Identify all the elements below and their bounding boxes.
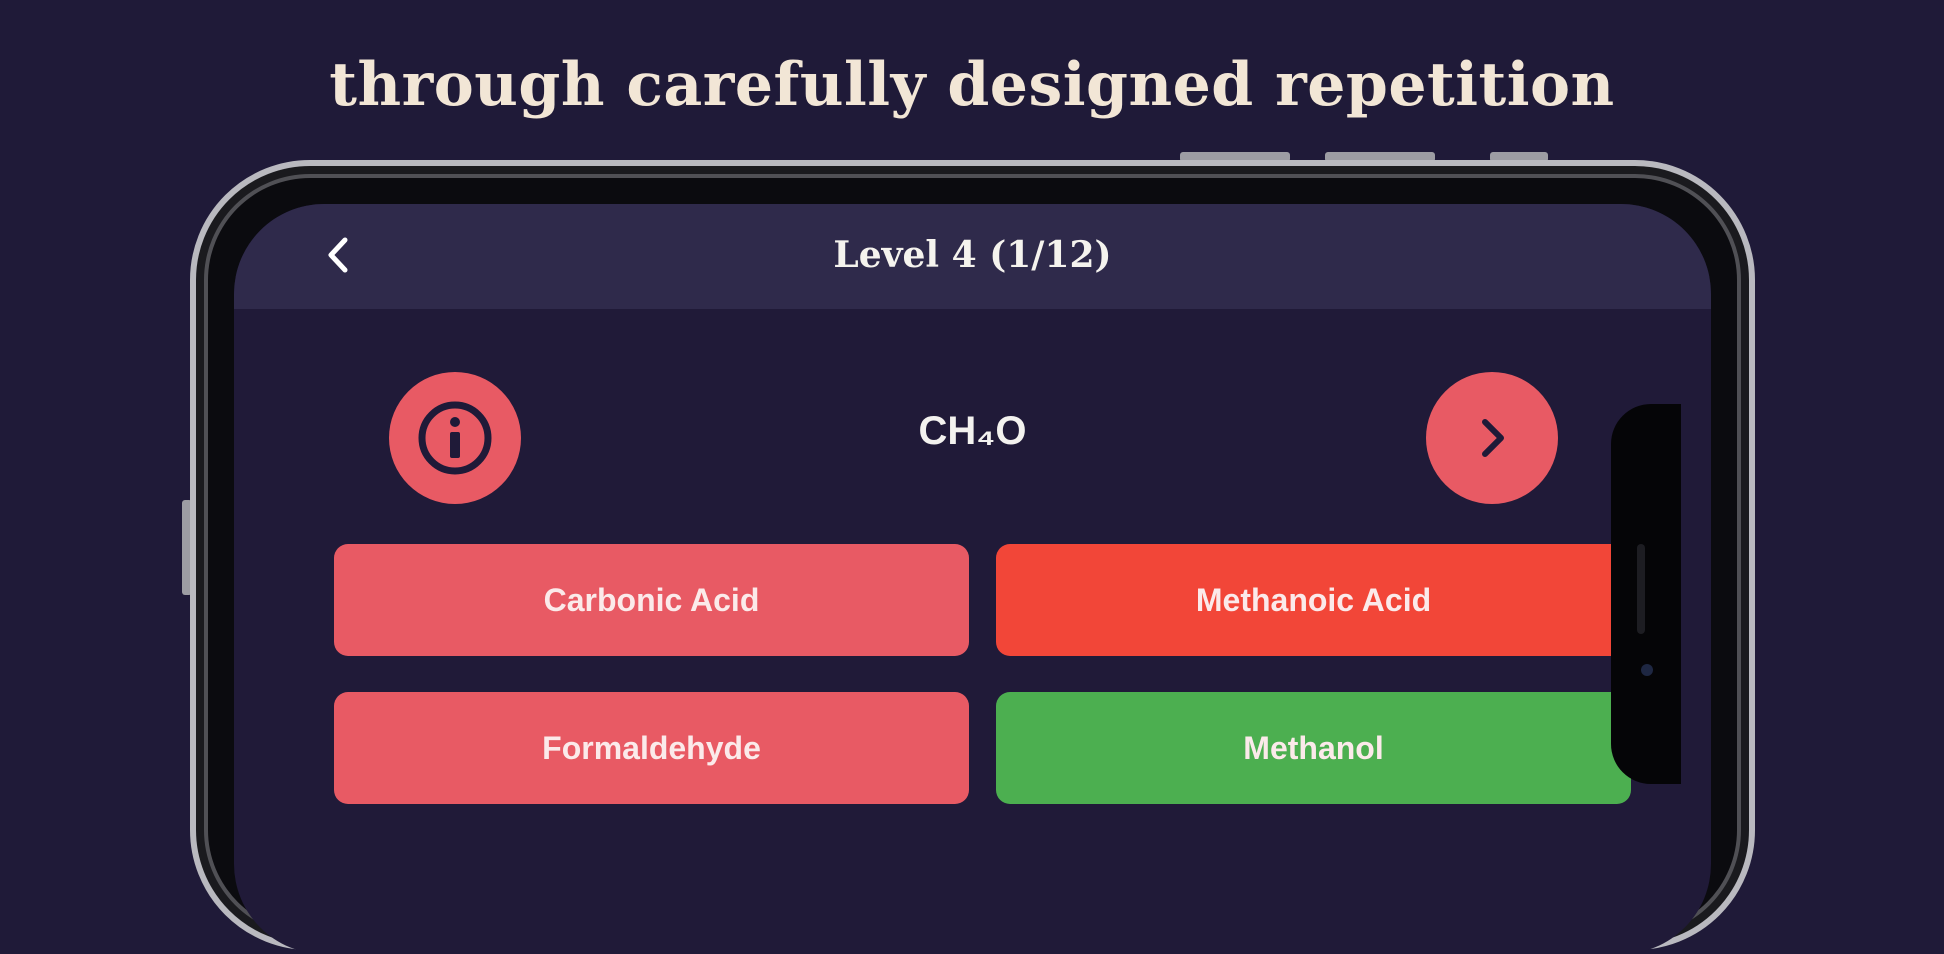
answer-label: Formaldehyde xyxy=(542,729,761,766)
phone-screen: Level 4 (1/12) CH₄O Carbonic Acid Methan… xyxy=(234,204,1711,954)
answer-button-carbonic-acid[interactable]: Carbonic Acid xyxy=(334,544,969,656)
headline: through carefully designed repetition xyxy=(329,50,1615,120)
phone-notch xyxy=(1611,404,1681,784)
answer-label: Methanoic Acid xyxy=(1195,581,1432,618)
answer-button-methanoic-acid[interactable]: Methanoic Acid xyxy=(996,544,1631,656)
phone-frame: Level 4 (1/12) CH₄O Carbonic Acid Methan… xyxy=(190,160,1755,954)
answer-button-methanol[interactable]: Methanol xyxy=(996,692,1631,804)
answer-label: Methanol xyxy=(1243,729,1384,766)
top-bar: Level 4 (1/12) xyxy=(234,204,1711,309)
front-camera xyxy=(1641,664,1653,676)
speaker-slot xyxy=(1637,544,1645,634)
next-button[interactable] xyxy=(1426,372,1558,504)
level-title: Level 4 (1/12) xyxy=(833,234,1112,276)
answer-label: Carbonic Acid xyxy=(543,581,760,618)
answer-button-formaldehyde[interactable]: Formaldehyde xyxy=(334,692,969,804)
chevron-right-icon xyxy=(1482,419,1504,457)
